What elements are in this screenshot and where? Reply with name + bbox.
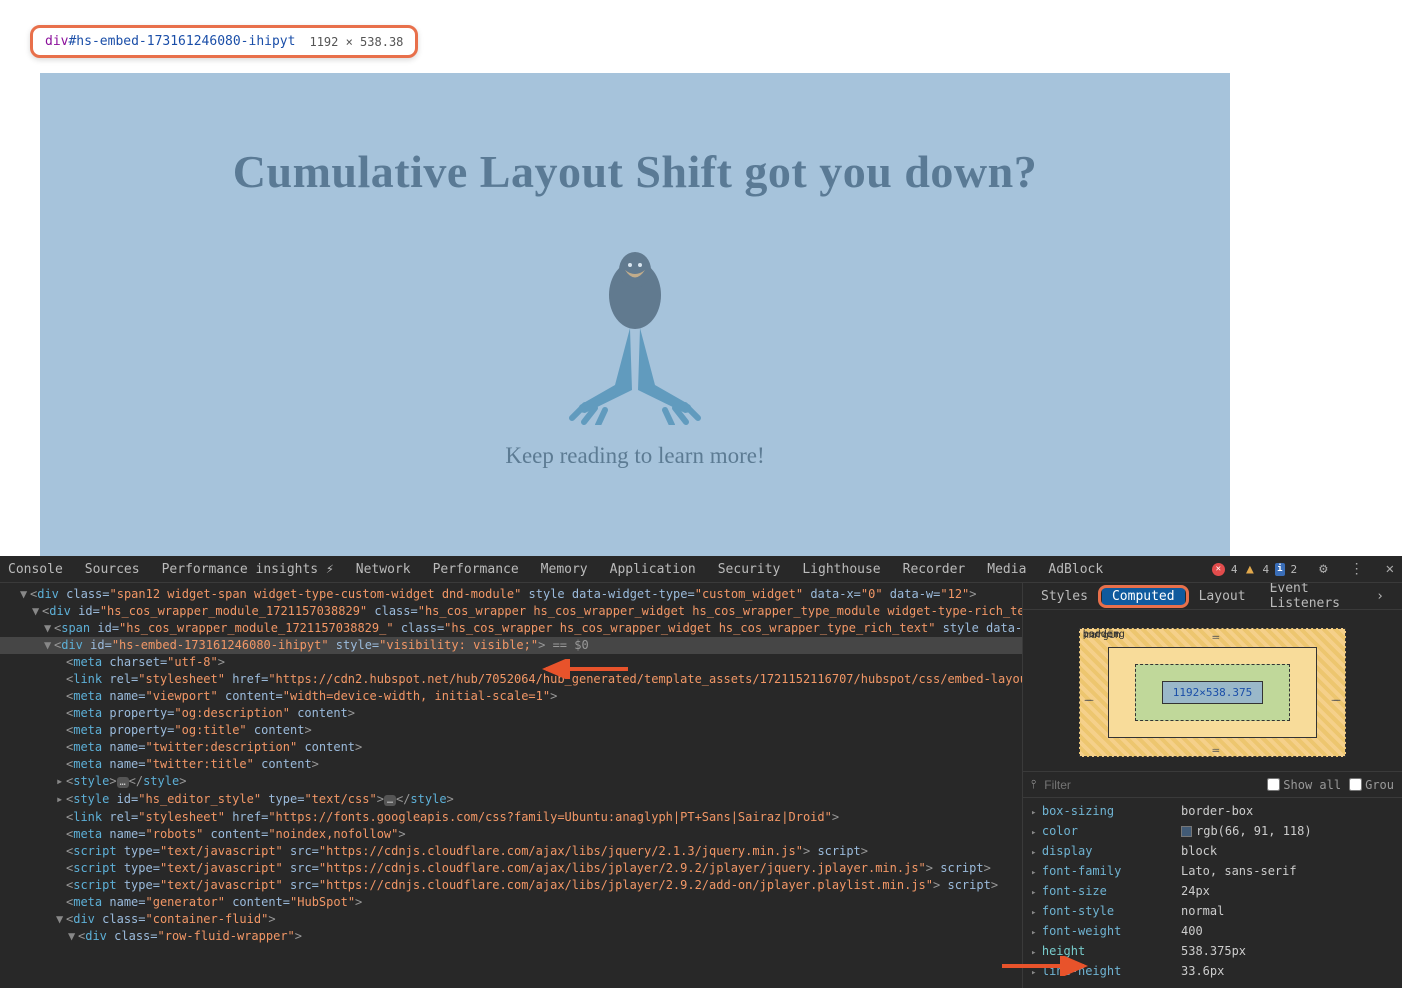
tooltip-element: div#hs-embed-173161246080-ihipyt [45,34,295,49]
info-icon: i [1275,563,1284,576]
filter-icon: ⫯ [1031,777,1036,792]
elements-tree[interactable]: ▼<div class="span12 widget-span widget-t… [0,583,1022,988]
warning-icon: ▲ [1243,563,1256,576]
annotation-arrow-2 [1000,956,1090,976]
tab-network[interactable]: Network [356,562,411,577]
duck-illustration [560,230,710,425]
tab-performance[interactable]: Performance [433,562,519,577]
tab-memory[interactable]: Memory [541,562,588,577]
stab-more[interactable]: › [1366,586,1394,607]
devtools-tabrow: Console Sources Performance insights ⚡ N… [0,556,1402,583]
tab-media[interactable]: Media [987,562,1026,577]
hero-title: Cumulative Layout Shift got you down? [233,145,1037,198]
filter-input[interactable] [1044,778,1259,792]
gear-icon[interactable]: ⚙ [1319,561,1327,577]
styles-sidebar: Styles Computed Layout Event Listeners ›… [1022,583,1402,988]
side-tabrow: Styles Computed Layout Event Listeners › [1023,583,1402,610]
tab-lighthouse[interactable]: Lighthouse [802,562,880,577]
stab-computed-wrap: Computed [1102,589,1185,604]
box-model-content: 1192×538.375 [1162,681,1263,704]
tab-adblock[interactable]: AdBlock [1048,562,1103,577]
devtools-panel: Console Sources Performance insights ⚡ N… [0,556,1402,988]
stab-computed[interactable]: Computed [1102,586,1185,607]
more-icon[interactable]: ⋮ [1350,561,1364,577]
show-all-checkbox[interactable]: Show all [1267,778,1341,792]
close-icon[interactable]: ✕ [1386,561,1394,577]
tab-security[interactable]: Security [718,562,781,577]
inspect-tooltip: div#hs-embed-173161246080-ihipyt 1192 × … [30,25,418,58]
hero-tagline: Keep reading to learn more! [505,443,764,469]
filter-row: ⫯ Show all Grou [1023,772,1402,798]
box-model[interactable]: margin –– –– border –– –– padding –– –– … [1023,610,1402,772]
tab-console[interactable]: Console [8,562,63,577]
tab-sources[interactable]: Sources [85,562,140,577]
error-icon: ✕ [1212,563,1225,576]
annotation-arrow-1 [540,659,630,679]
hero-section: Cumulative Layout Shift got you down? Ke… [40,73,1230,611]
tab-perf-insights[interactable]: Performance insights ⚡ [162,562,334,577]
group-checkbox[interactable]: Grou [1349,778,1394,792]
tab-application[interactable]: Application [610,562,696,577]
tooltip-dimensions: 1192 × 538.38 [309,35,403,49]
stab-layout[interactable]: Layout [1189,586,1256,607]
error-badges[interactable]: ✕4 ▲4 i2 [1212,563,1297,576]
stab-styles[interactable]: Styles [1031,586,1098,607]
tab-recorder[interactable]: Recorder [903,562,966,577]
